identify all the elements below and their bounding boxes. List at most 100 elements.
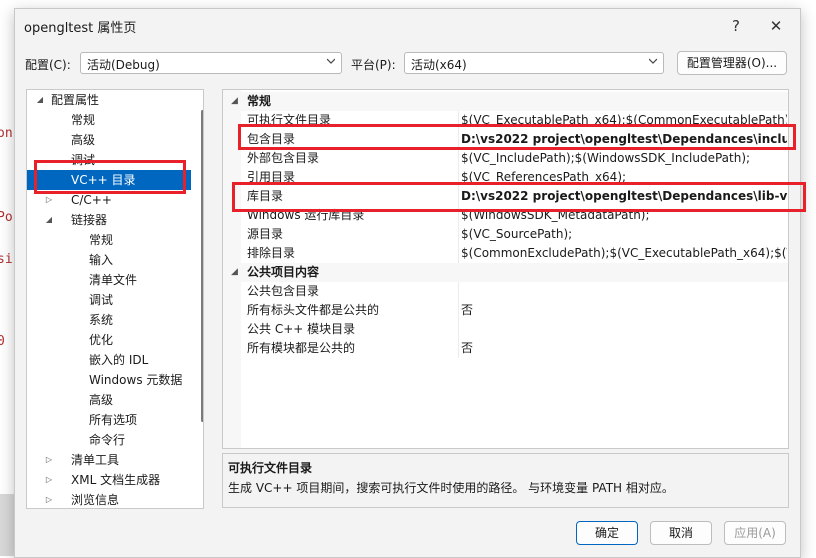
tree-item-label: 优化	[89, 333, 114, 347]
description-panel: 可执行文件目录 生成 VC++ 项目期间，搜索可执行文件时使用的路径。 与环境变…	[222, 453, 789, 508]
property-name: 所有标头文件都是公共的	[247, 303, 380, 317]
tree-item-label: 配置属性	[51, 93, 100, 107]
platform-label: 平台(P):	[351, 58, 396, 72]
property-row[interactable]: 公共包含目录	[223, 282, 788, 301]
tree-item[interactable]: 常规	[27, 110, 191, 130]
column-divider	[458, 301, 459, 320]
tree-scrollbar[interactable]	[201, 110, 203, 422]
config-value: 活动(Debug)	[87, 58, 160, 72]
property-value[interactable]: 否	[461, 301, 787, 320]
description-title: 可执行文件目录	[228, 461, 313, 475]
tree-item-label: 命令行	[89, 433, 126, 447]
grid-category-label: 常规	[247, 94, 272, 108]
property-name: 所有模块都是公共的	[247, 341, 356, 355]
tree-item-label: XML 文档生成器	[71, 473, 161, 487]
grid-category[interactable]: ◢ 常规	[223, 92, 788, 111]
close-button[interactable]: ✕	[762, 13, 790, 39]
expand-arrow-icon[interactable]: ▷	[44, 450, 54, 470]
property-value[interactable]: $(CommonExcludePath);$(VC_ExecutablePath…	[461, 244, 787, 263]
close-icon: ✕	[769, 17, 783, 35]
property-row[interactable]: 公共 C++ 模块目录	[223, 320, 788, 339]
column-divider	[458, 320, 459, 339]
grid-category[interactable]: ◢ 公共项目内容	[223, 263, 788, 282]
tree-item[interactable]: 优化	[27, 330, 191, 350]
tree-item[interactable]: 所有选项	[27, 410, 191, 430]
property-value[interactable]: $(VC_IncludePath);$(WindowsSDK_IncludePa…	[461, 149, 787, 168]
apply-button[interactable]: 应用(A)	[724, 521, 786, 545]
tree-item-label: 链接器	[71, 213, 108, 227]
tree-item[interactable]: ◢ 链接器	[27, 210, 191, 230]
property-name: 外部包含目录	[247, 151, 320, 165]
property-name: 源目录	[247, 227, 284, 241]
config-manager-button[interactable]: 配置管理器(O)...	[677, 51, 787, 75]
property-row[interactable]: 所有标头文件都是公共的 否	[223, 301, 788, 320]
tree-item-label: 清单文件	[89, 273, 138, 287]
cancel-button[interactable]: 取消	[650, 521, 712, 545]
column-divider	[458, 339, 459, 358]
highlight-box-include-dirs	[238, 124, 796, 150]
highlight-box-vc-directories	[34, 160, 186, 194]
property-value[interactable]: $(VC_SourcePath);	[461, 225, 787, 244]
tree-item[interactable]: 嵌入的 IDL	[27, 350, 191, 370]
tree-item-label: 系统	[89, 313, 114, 327]
tree-item[interactable]: 高级	[27, 130, 191, 150]
dialog-title: opengltest 属性页	[24, 21, 137, 36]
tree-item[interactable]: ▷ 清单工具	[27, 450, 191, 470]
config-label: 配置(C):	[25, 58, 71, 72]
column-divider	[458, 282, 459, 301]
tree-item[interactable]: 常规	[27, 230, 191, 250]
background-text-fragment: si	[0, 252, 13, 267]
grid-category-label: 公共项目内容	[247, 265, 320, 279]
tree-item[interactable]: ▷ XML 文档生成器	[27, 470, 191, 490]
property-row[interactable]: 排除目录 $(CommonExcludePath);$(VC_Executable…	[223, 244, 788, 263]
column-divider	[458, 244, 459, 263]
collapse-arrow-icon[interactable]: ◢	[44, 210, 54, 230]
collapse-arrow-icon[interactable]: ◢	[231, 92, 238, 111]
tree-item-label: 清单工具	[71, 453, 120, 467]
tree-item[interactable]: 输入	[27, 250, 191, 270]
property-name: 公共 C++ 模块目录	[247, 322, 356, 336]
config-combo[interactable]: 活动(Debug)	[80, 52, 342, 74]
collapse-arrow-icon[interactable]: ◢	[35, 90, 45, 110]
tree-item-label: 常规	[71, 113, 96, 127]
property-row[interactable]: 外部包含目录 $(VC_IncludePath);$(WindowsSDK_Inc…	[223, 149, 788, 168]
property-value[interactable]: 否	[461, 339, 787, 358]
tree-item-label: 高级	[71, 133, 96, 147]
title-bar[interactable]: opengltest 属性页 ? ✕	[15, 9, 800, 43]
property-name: 公共包含目录	[247, 284, 320, 298]
property-row[interactable]: 源目录 $(VC_SourcePath);	[223, 225, 788, 244]
ok-button[interactable]: 确定	[576, 521, 638, 545]
property-row[interactable]: 所有模块都是公共的 否	[223, 339, 788, 358]
property-pages-dialog: opengltest 属性页 ? ✕ 配置(C): 活动(Debug) 平台(P…	[14, 8, 801, 558]
tree-item-label: 高级	[89, 393, 114, 407]
description-text: 生成 VC++ 项目期间，搜索可执行文件时使用的路径。 与环境变量 PATH 相…	[228, 481, 674, 495]
expand-arrow-icon[interactable]: ▷	[44, 470, 54, 490]
tree-item-label: 嵌入的 IDL	[89, 353, 149, 367]
tree-item[interactable]: 命令行	[27, 430, 191, 450]
property-tree[interactable]: ◢ 配置属性 常规 高级 调试 VC++ 目录 ▷ C/C++ ◢ 链接器 常规 输入 清单文件 调试 系统…	[26, 89, 204, 509]
tree-item-label: 浏览信息	[71, 493, 120, 507]
tree-item[interactable]: 清单文件	[27, 270, 191, 290]
tree-item-label: 输入	[89, 253, 114, 267]
tree-item-label: 所有选项	[89, 413, 138, 427]
tree-item[interactable]: ▷ 浏览信息	[27, 490, 191, 508]
tree-item[interactable]: 调试	[27, 290, 191, 310]
tree-item[interactable]: Windows 元数据	[27, 370, 191, 390]
tree-item[interactable]: ◢ 配置属性	[27, 90, 191, 110]
platform-combo[interactable]: 活动(x64)	[404, 52, 664, 74]
help-icon: ?	[732, 17, 740, 35]
platform-value: 活动(x64)	[411, 58, 467, 72]
column-divider	[458, 225, 459, 244]
tree-item[interactable]: 高级	[27, 390, 191, 410]
background-text-fragment: Po	[0, 210, 13, 225]
tree-item-label: 常规	[89, 233, 114, 247]
tree-item-label: 调试	[89, 293, 114, 307]
expand-arrow-icon[interactable]: ▷	[44, 490, 54, 508]
help-button[interactable]: ?	[722, 13, 750, 39]
tree-item[interactable]: 系统	[27, 310, 191, 330]
background-panel	[0, 494, 14, 556]
property-name: 排除目录	[247, 246, 296, 260]
collapse-arrow-icon[interactable]: ◢	[231, 263, 238, 282]
highlight-box-library-dirs	[232, 182, 806, 212]
column-divider	[458, 149, 459, 168]
